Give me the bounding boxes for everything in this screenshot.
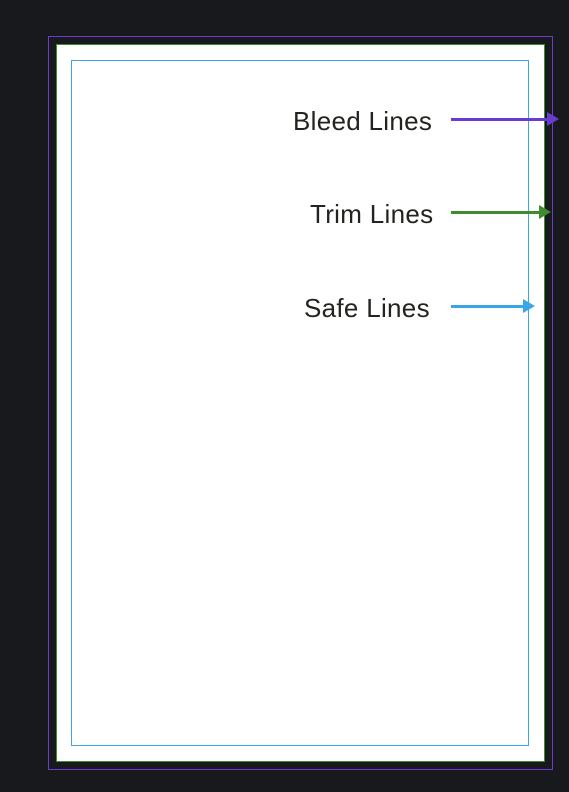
safe-line-box — [71, 60, 529, 746]
arrow-right-icon — [451, 210, 551, 214]
print-guides-diagram: Bleed Lines Trim Lines Safe Lines — [0, 0, 569, 792]
arrow-right-icon — [451, 117, 559, 121]
trim-lines-label: Trim Lines — [310, 199, 433, 230]
safe-lines-label: Safe Lines — [304, 293, 430, 324]
arrow-right-icon — [451, 304, 535, 308]
bleed-lines-label: Bleed Lines — [293, 106, 432, 137]
